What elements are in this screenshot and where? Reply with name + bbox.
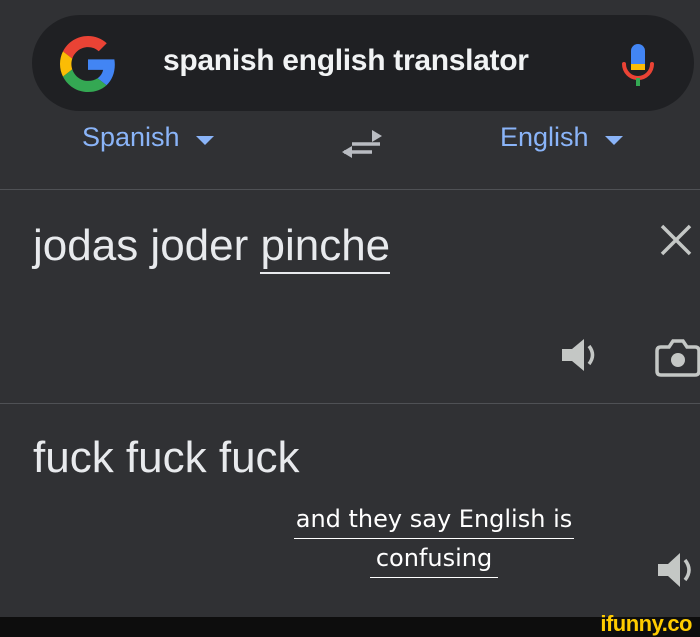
- source-text-input[interactable]: jodas joder pinche: [33, 221, 391, 274]
- target-language-select[interactable]: English: [500, 122, 623, 153]
- ifunny-watermark: ifunny.co: [600, 611, 692, 636]
- translated-text: fuck fuck fuck: [33, 433, 300, 482]
- mic-icon[interactable]: [618, 42, 658, 88]
- footer-bar: [0, 617, 700, 637]
- dropdown-arrow-icon: [604, 136, 623, 145]
- camera-icon[interactable]: [655, 337, 700, 377]
- source-language-select[interactable]: Spanish: [82, 122, 214, 153]
- google-g-icon: [60, 36, 115, 92]
- caption-line-2: confusing: [369, 539, 499, 578]
- search-query[interactable]: spanish english translator: [163, 44, 529, 78]
- dropdown-arrow-icon: [195, 136, 214, 145]
- source-language-label: Spanish: [82, 122, 180, 152]
- target-language-label: English: [500, 122, 589, 152]
- speaker-icon[interactable]: [656, 550, 700, 590]
- handwritten-caption: and they say English is confusing: [264, 500, 604, 578]
- speaker-icon[interactable]: [560, 337, 604, 373]
- close-icon[interactable]: [658, 222, 694, 258]
- source-text-plain: jodas joder: [33, 221, 261, 270]
- caption-line-1: and they say English is: [293, 500, 575, 539]
- divider: [0, 403, 700, 404]
- source-text-underlined: pinche: [260, 221, 391, 274]
- divider: [0, 189, 700, 190]
- swap-icon[interactable]: [338, 124, 386, 158]
